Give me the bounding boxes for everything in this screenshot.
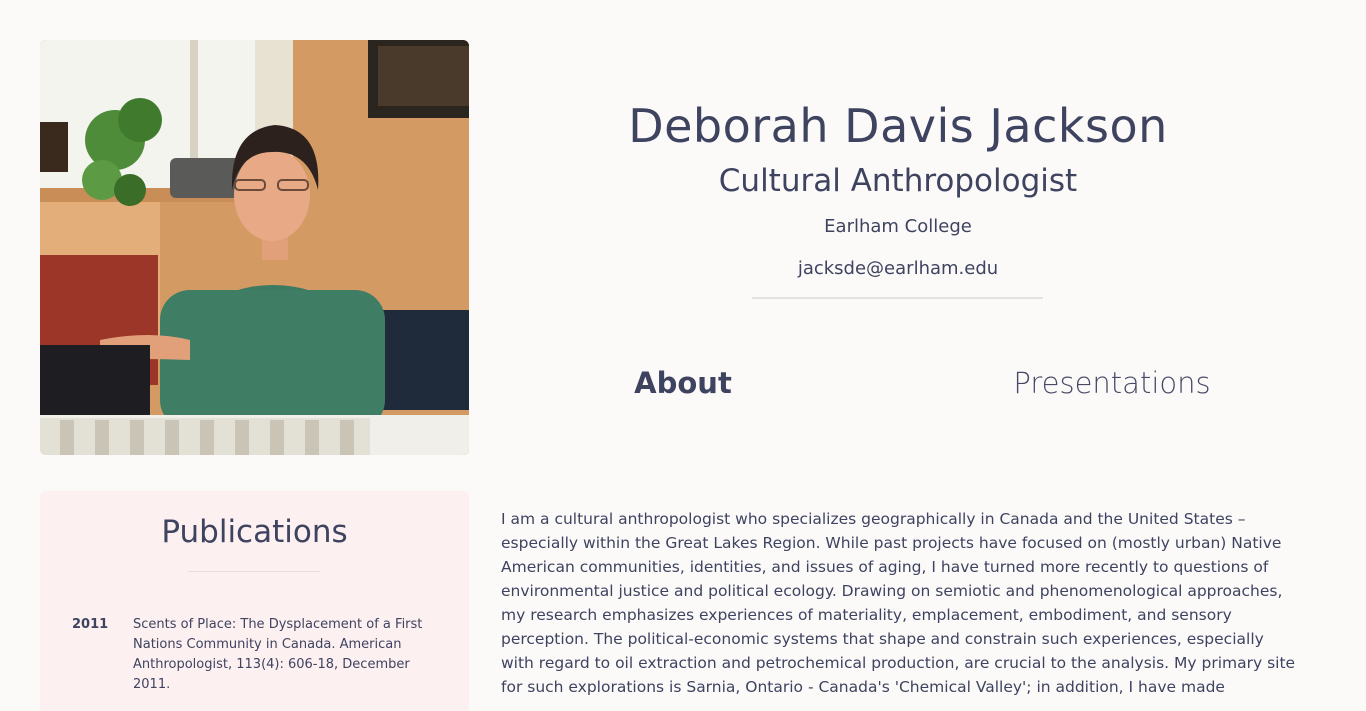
publication-citation: Scents of Place: The Dysplacement of a F… xyxy=(133,617,423,692)
email-link[interactable]: jacksde@earlham.edu xyxy=(469,256,1327,282)
header-divider xyxy=(752,297,1043,299)
tab-presentations[interactable]: Presentations xyxy=(989,362,1235,404)
publication-year: 2011 xyxy=(72,617,109,632)
publications-divider xyxy=(188,571,320,572)
profile-name: Deborah Davis Jackson xyxy=(628,99,1168,153)
publications-panel: Publications 2011 Scents of Place: The D… xyxy=(40,491,469,711)
about-text: I am a cultural anthropologist who speci… xyxy=(501,510,1296,696)
profile-institution: Earlham College xyxy=(824,216,972,237)
profile-photo xyxy=(40,40,469,455)
portrait-photo xyxy=(40,40,469,455)
publications-heading: Publications xyxy=(161,514,348,550)
tab-about[interactable]: About xyxy=(613,362,753,404)
profile-title: Cultural Anthropologist xyxy=(718,163,1078,199)
